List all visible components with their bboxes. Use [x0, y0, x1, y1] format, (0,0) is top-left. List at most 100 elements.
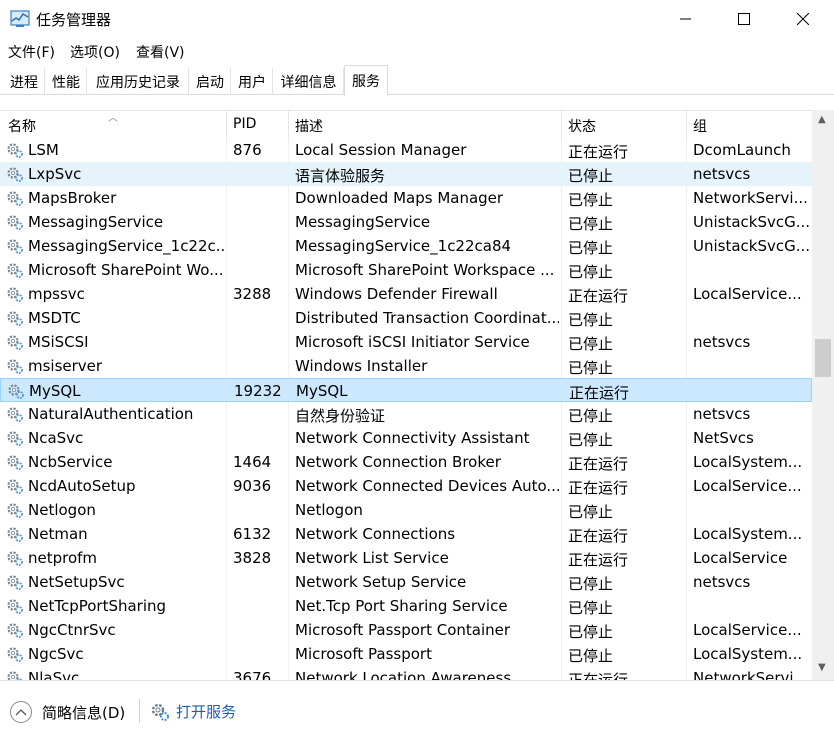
- table-row[interactable]: MSDTC Distributed Transaction Coordinat..…: [0, 306, 812, 330]
- service-group: LocalSystem...: [693, 453, 803, 471]
- service-gear-icon: [7, 623, 23, 638]
- open-services-link[interactable]: 打开服务: [150, 701, 236, 722]
- service-name: mpssvc: [28, 285, 85, 303]
- tab-performance[interactable]: 性能: [46, 68, 87, 95]
- service-name: MessagingService_1c22c...: [28, 237, 224, 255]
- service-status: 已停止: [568, 359, 614, 377]
- service-description: Net.Tcp Port Sharing Service: [295, 597, 508, 615]
- service-group: UnistackSvcG...: [693, 213, 809, 231]
- service-name: NaturalAuthentication: [28, 405, 194, 423]
- service-gear-icon: [7, 287, 23, 302]
- sort-ascending-icon: ︿: [108, 113, 118, 124]
- table-row[interactable]: mpssvc 3288 Windows Defender Firewall 正在运行 L…: [0, 282, 812, 306]
- service-description: Windows Defender Firewall: [295, 285, 498, 303]
- service-pid: 3288: [233, 285, 272, 303]
- service-gear-icon: [7, 599, 23, 614]
- tab-details[interactable]: 详细信息: [274, 68, 344, 95]
- maximize-button[interactable]: [713, 0, 775, 38]
- table-row[interactable]: NgcCtnrSvc Microsoft Passport Container 已停…: [0, 618, 812, 642]
- table-row[interactable]: NcbService 1464 Network Connection Broker 正…: [0, 450, 812, 474]
- table-row[interactable]: NlaSvc 3676 Network Location Awareness 正在运行…: [0, 666, 812, 680]
- open-services-label: 打开服务: [176, 703, 237, 721]
- service-status: 正在运行: [568, 479, 629, 497]
- footer-divider: [139, 699, 140, 723]
- service-gear-icon: [7, 551, 23, 566]
- table-row[interactable]: netprofm 3828 Network List Service 正在运行 Loca…: [0, 546, 812, 570]
- table-row[interactable]: MapsBroker Downloaded Maps Manager 已停止 Netw…: [0, 186, 812, 210]
- table-row[interactable]: NetTcpPortSharing Net.Tcp Port Sharing Se…: [0, 594, 812, 618]
- tab-processes[interactable]: 进程: [4, 68, 45, 95]
- table-row[interactable]: NetSetupSvc Network Setup Service 已停止 netsv…: [0, 570, 812, 594]
- table-row[interactable]: LSM 876 Local Session Manager 正在运行 DcomLaunc…: [0, 138, 812, 162]
- table-row[interactable]: MySQL 19232 MySQL 正在运行: [0, 378, 812, 402]
- table-row[interactable]: Netlogon Netlogon 已停止: [0, 498, 812, 522]
- service-gear-icon: [7, 143, 23, 158]
- vertical-scrollbar[interactable]: ▲ ▼: [812, 110, 834, 680]
- fewer-details-button[interactable]: 简略信息(D): [10, 701, 125, 723]
- scrollbar-thumb[interactable]: [815, 339, 831, 377]
- service-pid: 1464: [233, 453, 272, 471]
- table-row[interactable]: Microsoft SharePoint Wo... Microsoft Shar…: [0, 258, 812, 282]
- menu-file[interactable]: 文件(F): [8, 42, 55, 62]
- table-row[interactable]: Netman 6132 Network Connections 正在运行 LocalSy…: [0, 522, 812, 546]
- table-row[interactable]: MessagingService_1c22c... MessagingServic…: [0, 234, 812, 258]
- column-divider[interactable]: [226, 111, 227, 138]
- service-description: Windows Installer: [295, 357, 428, 375]
- footer: 简略信息(D) 打开服务: [0, 680, 834, 742]
- column-header-pid[interactable]: PID: [233, 116, 256, 132]
- table-row[interactable]: NaturalAuthentication 自然身份验证 已停止 netsvcs: [0, 402, 812, 426]
- service-name: MapsBroker: [28, 189, 117, 207]
- service-group: DcomLaunch: [693, 141, 791, 159]
- service-name: MessagingService: [28, 213, 164, 231]
- table-row[interactable]: MSiSCSI Microsoft iSCSI Initiator Service…: [0, 330, 812, 354]
- tab-startup[interactable]: 启动: [190, 68, 231, 95]
- services-gear-icon: [151, 703, 169, 721]
- scroll-down-arrow-icon[interactable]: ▼: [818, 662, 826, 673]
- close-button[interactable]: [772, 0, 834, 38]
- table-row[interactable]: NgcSvc Microsoft Passport 已停止 LocalSystem..…: [0, 642, 812, 666]
- close-icon: [797, 13, 809, 25]
- service-name: Netman: [28, 525, 88, 543]
- service-status: 正在运行: [568, 287, 629, 305]
- service-description: MessagingService: [295, 213, 431, 231]
- table-row[interactable]: LxpSvc 语言体验服务 已停止 netsvcs: [0, 162, 812, 186]
- table-row[interactable]: msiserver Windows Installer 已停止: [0, 354, 812, 378]
- service-gear-icon: [7, 647, 23, 662]
- service-gear-icon: [7, 167, 23, 182]
- service-name: NcaSvc: [28, 429, 84, 447]
- column-divider[interactable]: [561, 111, 562, 138]
- column-header-name[interactable]: 名称: [8, 116, 36, 136]
- column-header-group[interactable]: 组: [693, 116, 707, 136]
- service-status: 正在运行: [568, 527, 629, 545]
- table-row[interactable]: NcaSvc Network Connectivity Assistant 已停止 N…: [0, 426, 812, 450]
- column-header-description[interactable]: 描述: [295, 116, 323, 136]
- table-row[interactable]: NcdAutoSetup 9036 Network Connected Device…: [0, 474, 812, 498]
- menu-view[interactable]: 查看(V): [136, 42, 185, 62]
- service-gear-icon: [7, 239, 23, 254]
- menu-bar: 文件(F) 选项(O) 查看(V): [0, 38, 834, 64]
- service-status: 已停止: [568, 167, 614, 185]
- service-description: 自然身份验证: [295, 407, 386, 425]
- service-status: 已停止: [568, 407, 614, 425]
- minimize-button[interactable]: [655, 0, 717, 38]
- service-name: NlaSvc: [28, 669, 80, 680]
- service-status: 已停止: [568, 647, 614, 665]
- service-gear-icon: [7, 263, 23, 278]
- service-description: Network Connectivity Assistant: [295, 429, 530, 447]
- service-description: Microsoft SharePoint Workspace ...: [295, 261, 555, 279]
- column-header-status[interactable]: 状态: [568, 116, 596, 136]
- column-divider[interactable]: [686, 111, 687, 138]
- tab-services[interactable]: 服务: [344, 65, 388, 96]
- tab-app-history[interactable]: 应用历史记录: [88, 68, 189, 95]
- scroll-up-arrow-icon[interactable]: ▲: [818, 114, 826, 125]
- service-status: 已停止: [568, 623, 614, 641]
- service-name: NetSetupSvc: [28, 573, 125, 591]
- menu-options[interactable]: 选项(O): [70, 42, 120, 62]
- service-description: 语言体验服务: [295, 167, 386, 185]
- column-divider[interactable]: [288, 111, 289, 138]
- service-status: 已停止: [568, 335, 614, 353]
- service-group: LocalService...: [693, 285, 802, 303]
- table-row[interactable]: MessagingService MessagingService 已停止 Unist…: [0, 210, 812, 234]
- tab-bar: 进程 性能 应用历史记录 启动 用户 详细信息 服务: [0, 64, 834, 96]
- tab-users[interactable]: 用户: [232, 68, 273, 95]
